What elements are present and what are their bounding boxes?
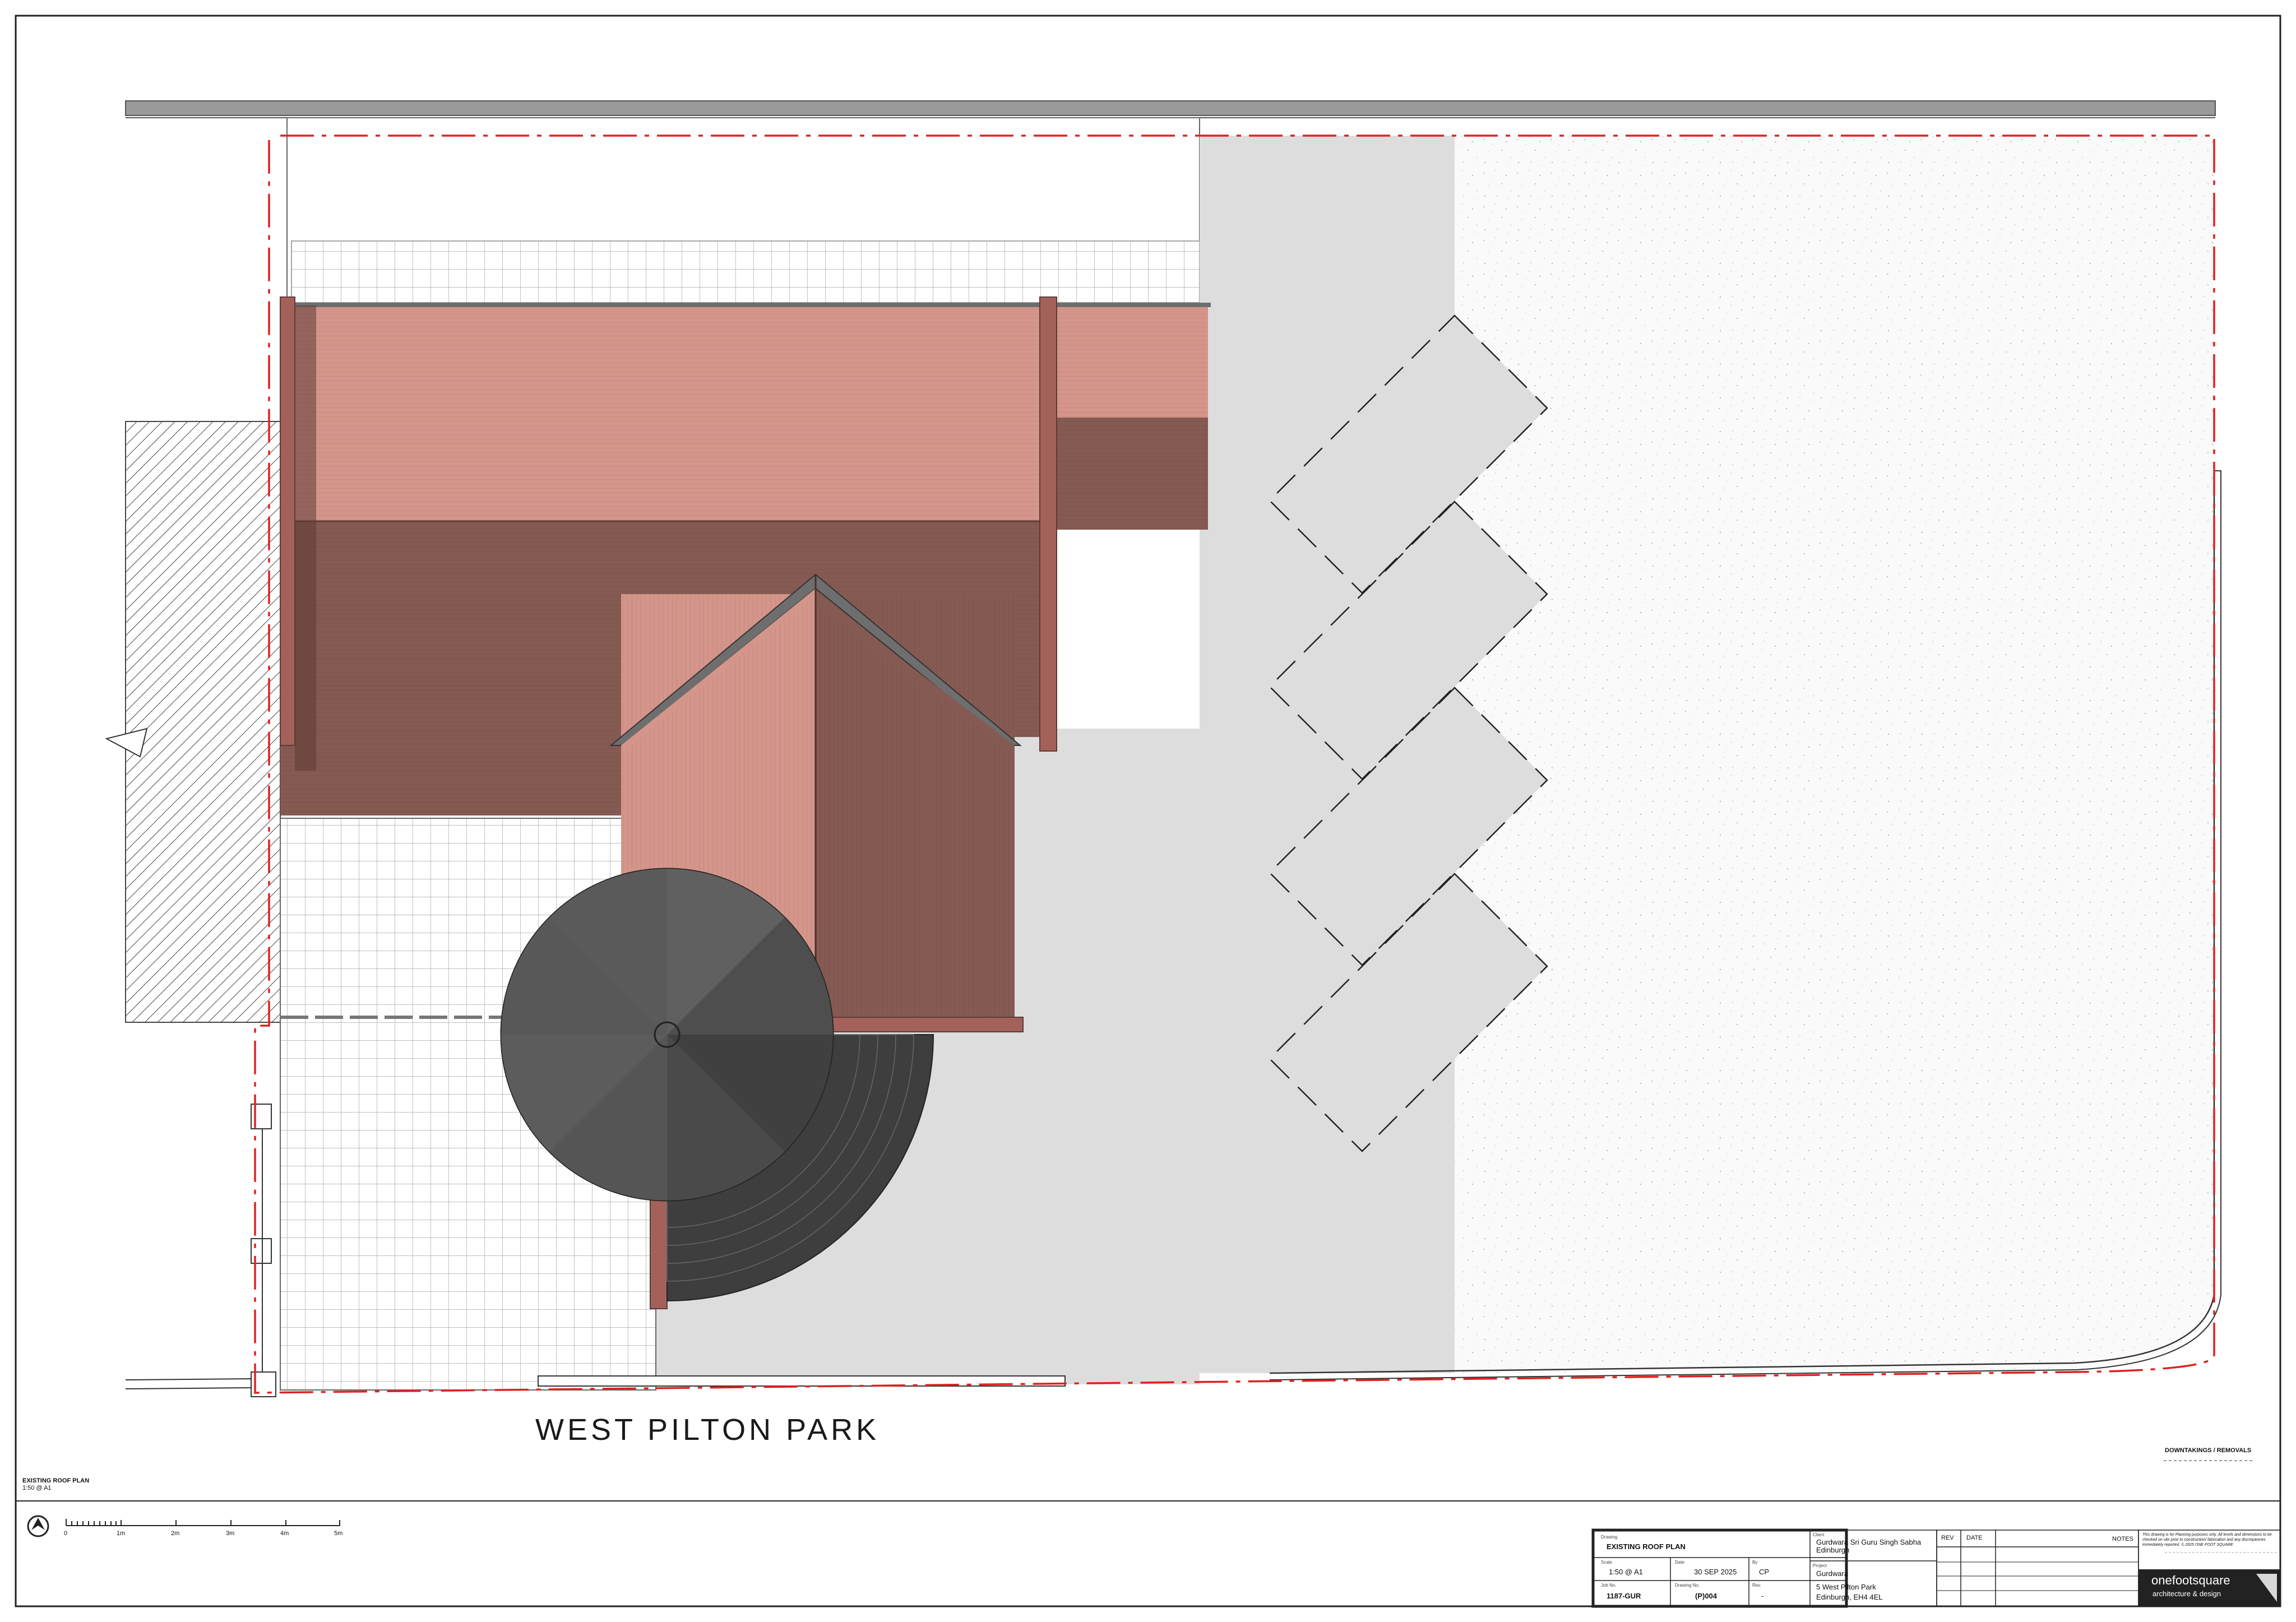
tb-scale-label: Scale — [1601, 1560, 1613, 1565]
tb-drawing-no-label: Drawing No. — [1675, 1583, 1700, 1588]
tb-date: 30 SEP 2025 — [1694, 1568, 1737, 1576]
legend-downtakings: DOWNTAKINGS / REMOVALS — [2165, 1447, 2252, 1454]
view-title-block: EXISTING ROOF PLAN 1:50 @ A1 — [22, 1477, 89, 1492]
scale-label-2m: 2m — [171, 1530, 180, 1537]
tb-job: 1187-GUR — [1607, 1592, 1641, 1600]
logo-subtitle: architecture & design — [2152, 1589, 2221, 1598]
tb-project-line3: Edinburgh, EH4 4EL — [1816, 1593, 1883, 1601]
lawn-area — [1455, 136, 2214, 1373]
tb-notes-header: NOTES — [2112, 1536, 2133, 1542]
gable-east — [1039, 296, 1057, 752]
logo-wordmark: onefootsquare — [2151, 1573, 2230, 1587]
tb-date-header: DATE — [1966, 1535, 1983, 1541]
rear-paving — [291, 240, 1200, 303]
tb-drawing-label: Drawing — [1601, 1535, 1618, 1540]
tb-drawing-no: (P)004 — [1695, 1592, 1718, 1600]
scale-label-3m: 3m — [226, 1530, 235, 1537]
tb-rev: - — [1761, 1592, 1764, 1600]
scale-label-4m: 4m — [280, 1530, 289, 1537]
view-title: EXISTING ROOF PLAN — [22, 1477, 90, 1484]
scale-bar — [66, 1519, 340, 1526]
tb-by-label: By — [1752, 1560, 1758, 1565]
tb-rev-header: REV — [1941, 1535, 1954, 1541]
tb-project-label: Project — [1813, 1563, 1827, 1568]
tb-drawing: EXISTING ROOF PLAN — [1607, 1542, 1686, 1551]
tb-scale: 1:50 @ A1 — [1609, 1568, 1643, 1576]
scale-label-0: 0 — [64, 1530, 68, 1537]
tb-job-label: Job No. — [1601, 1583, 1617, 1588]
tb-by: CP — [1759, 1568, 1770, 1576]
scale-label-1m: 1m — [117, 1530, 126, 1537]
turret-roof — [500, 868, 834, 1202]
adjacent-building-hatch — [125, 421, 281, 1023]
tb-client-line2: Edinburgh — [1816, 1546, 1850, 1554]
view-scale: 1:50 @ A1 — [22, 1485, 52, 1491]
street-name-label: WEST PILTON PARK — [535, 1413, 880, 1447]
site-plan-drawing — [15, 15, 2281, 1608]
scale-label-5m: 5m — [334, 1530, 343, 1537]
tb-disclaimer: This drawing is for Planning purposes on… — [2142, 1533, 2272, 1547]
tb-date-label: Date — [1675, 1560, 1684, 1565]
gable-west — [280, 296, 295, 746]
north-pavement — [125, 100, 2216, 116]
front-wing-eaves — [812, 1017, 1024, 1032]
tb-rev-label: Rev. — [1752, 1583, 1761, 1588]
tb-project-line2: 5 West Pilton Park — [1816, 1583, 1876, 1591]
tb-project-line1: Gurdwara — [1816, 1569, 1849, 1578]
tb-client-label: Client — [1813, 1532, 1825, 1537]
north-arrow-icon — [27, 1515, 49, 1537]
